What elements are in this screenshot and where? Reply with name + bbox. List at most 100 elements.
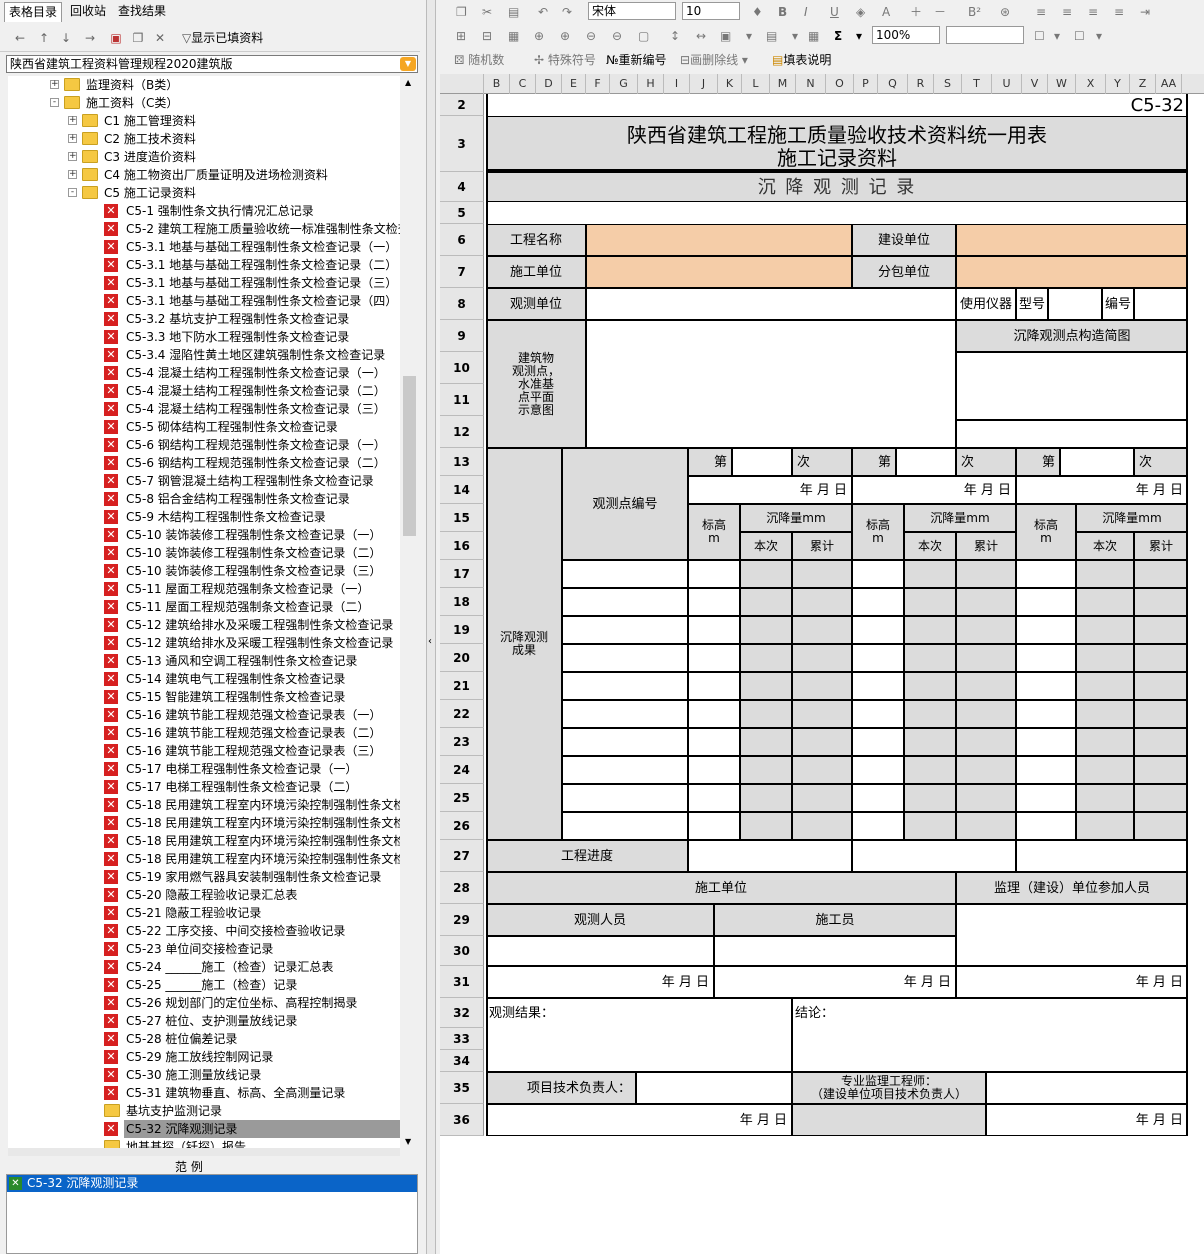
column-header-cell[interactable]: P [854,74,878,94]
tree-node[interactable]: ✕ C5-14 建筑电气工程强制性条文检查记录 [8,670,400,688]
row-header-cell[interactable]: 33 [440,1028,484,1050]
expand-icon[interactable]: + [68,152,77,161]
this-input[interactable] [904,728,956,756]
row-height-icon[interactable]: ↕ [670,28,680,44]
delete-row-icon[interactable]: ⊖ [586,28,596,44]
elev-input[interactable] [1016,560,1076,588]
border-box-icon[interactable]: ☐ [1074,28,1085,44]
this-input[interactable] [904,756,956,784]
tree-node[interactable]: ✕ C5-22 工序交接、中间交接检查验收记录 [8,922,400,940]
this-input[interactable] [1076,644,1134,672]
row-header-cell[interactable]: 20 [440,644,484,672]
column-header-cell[interactable]: C [510,74,536,94]
row-header-cell[interactable]: 28 [440,872,484,904]
elev-input[interactable] [852,812,904,840]
tree-hscrollbar[interactable] [8,1148,400,1156]
arrow-right-icon[interactable]: → [82,30,98,46]
column-header-cell[interactable]: H [638,74,664,94]
this-input[interactable] [1076,756,1134,784]
tree-scrollbar[interactable]: ▲ ▼ [401,76,418,1148]
align-right-icon[interactable]: ≡ [1088,4,1098,20]
split-icon[interactable]: ⊟ [482,28,492,44]
column-header-cell[interactable]: W [1048,74,1076,94]
total-input[interactable] [1134,700,1188,728]
row-header-cell[interactable]: 6 [440,224,484,256]
expand-icon[interactable]: + [68,134,77,143]
supervisor-field[interactable] [956,904,1188,966]
chevron-down-icon[interactable]: ▾ [746,28,752,44]
point-no-input[interactable] [562,812,688,840]
elev-input[interactable] [852,616,904,644]
this-input[interactable] [1076,616,1134,644]
tree-node[interactable]: 地基基探（钎探）报告 [8,1138,400,1148]
row-header-cell[interactable]: 4 [440,172,484,202]
tree-node[interactable]: ✕ C5-28 桩位偏差记录 [8,1030,400,1048]
column-header-cell[interactable]: Q [878,74,908,94]
tree-node[interactable]: ✕ C5-17 电梯工程强制性条文检查记录（二） [8,778,400,796]
random-button[interactable]: ⚄ 随机数 [454,52,504,68]
tab-search-results[interactable]: 查找结果 [114,2,170,22]
tree-node[interactable]: ✕ C5-4 混凝土结构工程强制性条文检查记录（一） [8,364,400,382]
observe-unit-field[interactable] [586,288,956,320]
column-header-cell[interactable]: D [536,74,562,94]
undo-icon[interactable]: ↶ [538,4,548,20]
tree-node[interactable]: ✕ C5-12 建筑给排水及采暖工程强制性条文检查记录（ [8,616,400,634]
elev-input[interactable] [688,784,740,812]
tree-node[interactable]: ✕ C5-19 家用燃气器具安装制强制性条文检查记录 [8,868,400,886]
point-no-input[interactable] [562,588,688,616]
this-input[interactable] [740,672,792,700]
border-box-icon[interactable]: ☐ [1034,28,1045,44]
insert-col-icon[interactable]: ⊕ [560,28,570,44]
this-input[interactable] [740,812,792,840]
column-header-cell[interactable]: V [1022,74,1048,94]
renumber-button[interactable]: №重新编号 [606,52,667,68]
observer-field[interactable] [486,936,714,966]
tree-node[interactable]: ✕ C5-32 沉降观测记录 [8,1120,400,1138]
row-header-cell[interactable]: 17 [440,560,484,588]
tree-node[interactable]: ✕ C5-11 屋面工程规范强制条文检查记录（二） [8,598,400,616]
column-header-cell[interactable]: B [484,74,510,94]
zoom-select[interactable]: 100% [872,26,940,44]
this-input[interactable] [740,644,792,672]
show-filled-button[interactable]: ▽显示已填资料 [182,30,292,46]
row-header-cell[interactable]: 36 [440,1104,484,1136]
tree-node[interactable]: ✕ C5-16 建筑节能工程规范强文检查记录表（三） [8,742,400,760]
delete-icon[interactable]: ✕ [152,30,168,46]
spreadsheet[interactable]: B C D E F G H I J K L M N O P Q R S T U V W X Y Z AA 2 3 4 5 6 7 8 9 10 11… [440,74,1204,1254]
elev-input[interactable] [852,588,904,616]
point-no-input[interactable] [562,560,688,588]
tree-node[interactable]: ✕ C5-15 智能建筑工程强制性条文检查记录 [8,688,400,706]
redo-icon[interactable]: ↷ [562,4,572,20]
obs-result-field[interactable] [486,1028,792,1072]
sup-eng-blank[interactable] [792,1104,986,1136]
elev-input[interactable] [852,784,904,812]
point-no-input[interactable] [562,700,688,728]
this-input[interactable] [1076,588,1134,616]
arrow-left-icon[interactable]: ← [12,30,28,46]
elev-input[interactable] [1016,784,1076,812]
row-header-cell[interactable]: 25 [440,784,484,812]
tree-node[interactable]: ✕ C5-27 桩位、支护测量放线记录 [8,1012,400,1030]
this-input[interactable] [1076,672,1134,700]
merge-icon[interactable]: ⊞ [456,28,466,44]
tree-node[interactable]: ✕ C5-1 强制性条文执行情况汇总记录 [8,202,400,220]
total-input[interactable] [792,700,852,728]
elev-input[interactable] [852,672,904,700]
column-header-cell[interactable]: K [718,74,742,94]
insert-row-icon[interactable]: ⊕ [534,28,544,44]
elev-input[interactable] [852,700,904,728]
total-input[interactable] [956,588,1016,616]
total-input[interactable] [956,560,1016,588]
total-input[interactable] [1134,728,1188,756]
total-input[interactable] [956,812,1016,840]
row-header-cell[interactable]: 31 [440,966,484,998]
row-header-cell[interactable]: 9 [440,320,484,352]
column-header-cell[interactable]: G [610,74,638,94]
row-header-cell[interactable]: 22 [440,700,484,728]
elev-input[interactable] [1016,812,1076,840]
total-input[interactable] [956,672,1016,700]
tree-node[interactable]: ✕ C5-4 混凝土结构工程强制性条文检查记录（二） [8,382,400,400]
column-header-cell[interactable]: X [1076,74,1106,94]
column-header-cell[interactable]: T [962,74,992,94]
row-header-cell[interactable]: 29 [440,904,484,936]
